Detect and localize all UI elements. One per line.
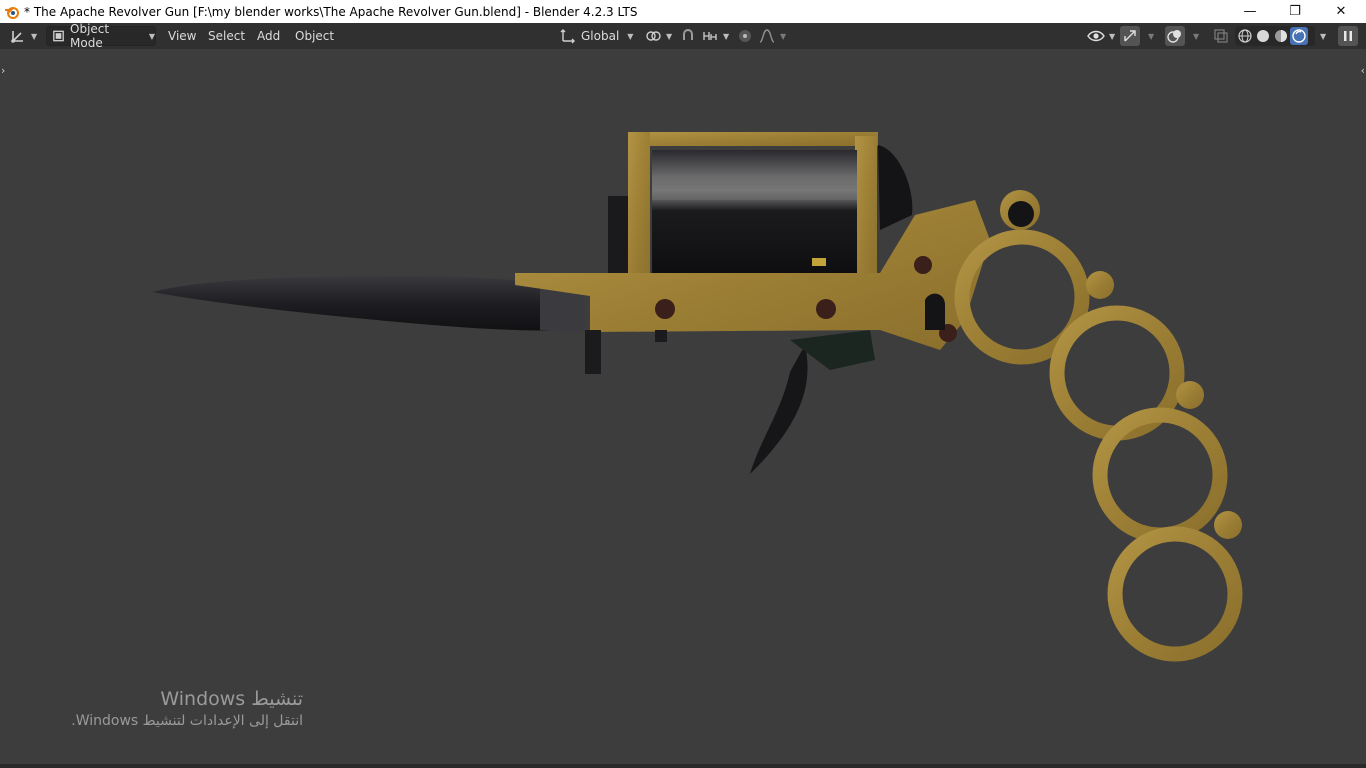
falloff-dropdown[interactable]: ▼ (757, 26, 787, 46)
chevron-down-icon: ▼ (627, 31, 634, 41)
chevron-down-icon: ▼ (148, 31, 155, 41)
chevron-down-icon: ▼ (666, 31, 673, 41)
xray-toggle[interactable] (1211, 26, 1231, 46)
xray-icon (1214, 29, 1228, 43)
knuckle-duster (954, 229, 1243, 662)
menu-object[interactable]: Object (289, 26, 340, 46)
window-title: * The Apache Revolver Gun [F:\my blender… (24, 4, 638, 19)
blender-logo-icon (5, 6, 19, 19)
mode-label: Object Mode (70, 22, 110, 50)
frame-top (628, 132, 878, 146)
snap-toggle[interactable] (678, 26, 698, 46)
gizmo-icon (1120, 26, 1140, 46)
wireframe-shading-button[interactable] (1236, 27, 1254, 45)
overlay-toggle[interactable]: ▼ (1165, 26, 1205, 46)
visibility-dropdown[interactable]: ▼ (1086, 26, 1116, 46)
trigger (750, 345, 808, 474)
chevron-down-icon: ▼ (1109, 31, 1116, 41)
snap-icon (683, 29, 693, 40)
material-shading-icon (1275, 30, 1287, 42)
shading-options-dropdown[interactable]: ▼ (1317, 26, 1331, 46)
revolver-model[interactable] (0, 49, 1366, 768)
snap-increment-icon (703, 32, 717, 40)
pause-render-button[interactable] (1338, 26, 1358, 46)
editor-type-button[interactable]: ▼ (8, 26, 40, 46)
transform-orientation-dropdown[interactable]: Global ▼ (558, 26, 636, 46)
menu-select[interactable]: Select (202, 26, 251, 46)
pivot-point-dropdown[interactable]: ▼ (643, 26, 673, 46)
chevron-down-icon: ▼ (1148, 31, 1155, 41)
proportional-edit-toggle[interactable] (735, 26, 755, 46)
gizmo-toggle[interactable]: ▼ (1120, 26, 1160, 46)
orientation-label: Global (581, 29, 620, 43)
activation-watermark-subtitle: انتقل إلى الإعدادات لتنشيط Windows. (71, 713, 303, 729)
solid-shading-button[interactable] (1254, 27, 1272, 45)
material-shading-button[interactable] (1272, 27, 1290, 45)
chevron-down-icon: ▼ (1320, 31, 1327, 41)
restore-button[interactable]: ❐ (1272, 0, 1318, 23)
minimize-button[interactable]: — (1227, 0, 1273, 23)
overlay-icon (1165, 26, 1185, 46)
chevron-down-icon: ▼ (1193, 31, 1200, 41)
mode-dropdown[interactable]: Object Mode ▼ (46, 22, 156, 50)
chevron-down-icon: ▼ (31, 31, 38, 41)
close-button[interactable]: ✕ (1318, 0, 1364, 23)
rendered-shading-button[interactable] (1290, 27, 1308, 45)
chevron-down-icon: ▼ (780, 31, 787, 41)
rendered-shading-icon (1292, 29, 1306, 43)
pause-icon (1344, 31, 1352, 41)
orientation-icon (560, 29, 575, 44)
snap-target-dropdown[interactable]: ▼ (700, 26, 730, 46)
shading-mode-group (1235, 26, 1315, 46)
proportional-edit-icon (739, 30, 751, 42)
chevron-down-icon: ▼ (723, 31, 730, 41)
axes-icon (11, 31, 23, 43)
3d-viewport[interactable]: › ‹ تنشيط Windows انتقل إلى الإعدادات لت… (0, 49, 1366, 768)
wireframe-shading-icon (1238, 29, 1252, 43)
status-bar (0, 764, 1366, 768)
solid-shading-icon (1257, 30, 1269, 42)
activation-watermark-title: تنشيط Windows (160, 688, 303, 710)
window-titlebar: * The Apache Revolver Gun [F:\my blender… (0, 0, 1366, 23)
cylinder (652, 150, 857, 285)
menu-view[interactable]: View (162, 26, 202, 46)
pivot-icon (646, 31, 661, 41)
falloff-icon (759, 29, 775, 43)
menu-add[interactable]: Add (251, 26, 286, 46)
visibility-icon (1087, 30, 1105, 42)
object-mode-icon (53, 30, 64, 42)
